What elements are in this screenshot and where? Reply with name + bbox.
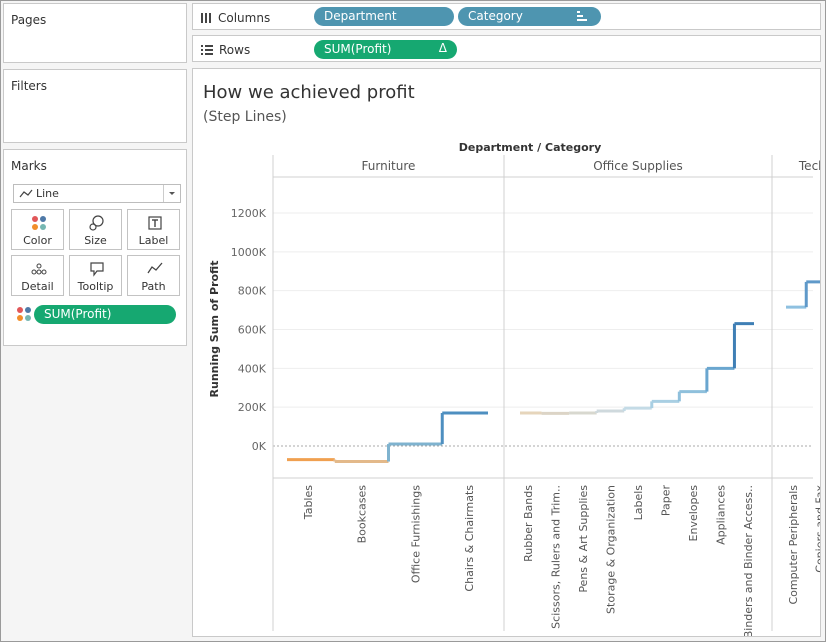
category-pill-label: Category <box>468 9 523 23</box>
columns-shelf[interactable]: Columns Department Category <box>192 3 821 30</box>
pages-panel[interactable]: Pages <box>3 3 187 63</box>
size-button[interactable]: Size <box>69 209 122 250</box>
rows-shelf[interactable]: Rows SUM(Profit) Δ <box>192 35 821 62</box>
detail-icon <box>31 263 47 275</box>
path-button[interactable]: Path <box>127 255 180 296</box>
department-header: Office Supplies <box>593 159 683 173</box>
profit-pill[interactable]: SUM(Profit) Δ <box>314 40 457 59</box>
y-tick-label: 200K <box>238 401 267 414</box>
path-icon <box>147 262 163 274</box>
category-label: Bookcases <box>356 485 369 544</box>
color-field-icon <box>17 307 31 321</box>
line-mark-icon <box>19 189 33 198</box>
rows-label-text: Rows <box>219 43 251 57</box>
table-calc-delta-icon: Δ <box>438 41 447 55</box>
label-button-label: Label <box>138 234 169 247</box>
department-pill[interactable]: Department <box>314 7 454 26</box>
category-label: Appliances <box>715 485 728 545</box>
mark-type-value: Line <box>36 187 59 200</box>
label-button[interactable]: Label <box>127 209 180 250</box>
rows-label: Rows <box>201 43 250 57</box>
path-button-label: Path <box>141 280 166 293</box>
category-label: Scissors, Rulers and Trim.. <box>549 485 562 629</box>
department-header: Furniture <box>362 159 416 173</box>
category-label: Binders and Binder Access.. <box>742 485 755 636</box>
category-label: Pens & Art Supplies <box>577 485 590 593</box>
columns-label: Columns <box>201 11 270 25</box>
category-label: Storage & Organization <box>604 485 617 614</box>
filters-title: Filters <box>11 79 47 93</box>
size-icon <box>89 215 104 231</box>
y-tick-label: 800K <box>238 285 267 298</box>
size-button-label: Size <box>84 234 107 247</box>
filters-panel[interactable]: Filters <box>3 69 187 143</box>
category-label: Labels <box>632 485 645 521</box>
category-label: Computer Peripherals <box>787 485 800 605</box>
y-axis-title: Running Sum of Profit <box>208 261 221 398</box>
y-tick-label: 600K <box>238 324 267 337</box>
color-icon <box>32 216 46 230</box>
detail-button-label: Detail <box>21 280 54 293</box>
y-tick-label: 0K <box>252 440 267 453</box>
detail-button[interactable]: Detail <box>11 255 64 296</box>
color-button-label: Color <box>23 234 52 247</box>
category-label: Rubber Bands <box>522 485 535 562</box>
department-header: Technology <box>798 159 820 173</box>
category-label: Paper <box>660 485 673 517</box>
chevron-down-icon[interactable] <box>163 185 180 202</box>
pages-title: Pages <box>11 13 47 27</box>
category-pill[interactable]: Category <box>458 7 601 26</box>
marks-panel: Marks Line Color Size Label Detail Toolt… <box>3 149 187 346</box>
tooltip-button[interactable]: Tooltip <box>69 255 122 296</box>
marks-title: Marks <box>11 159 47 173</box>
department-pill-label: Department <box>324 9 397 23</box>
y-tick-label: 400K <box>238 362 267 375</box>
label-icon <box>148 216 162 230</box>
category-label: Envelopes <box>687 485 700 542</box>
step-line-chart[interactable]: Department / Category Running Sum of Prof… <box>193 69 820 636</box>
viz-area: How we achieved profit (Step Lines) Depa… <box>192 68 821 637</box>
marks-field-pill[interactable]: SUM(Profit) <box>34 305 176 324</box>
profit-pill-label: SUM(Profit) <box>324 42 392 56</box>
tooltip-icon <box>90 262 104 277</box>
column-header: Department / Category <box>459 141 602 154</box>
y-tick-label: 1200K <box>231 207 267 220</box>
rows-icon <box>201 45 213 55</box>
y-tick-label: 1000K <box>231 246 267 259</box>
tooltip-button-label: Tooltip <box>77 280 114 293</box>
sort-descending-icon <box>577 11 587 21</box>
marks-field-label: SUM(Profit) <box>44 307 112 321</box>
category-label: Office Furnishings <box>409 485 422 583</box>
category-label: Chairs & Chairmats <box>463 485 476 592</box>
category-label: Tables <box>302 485 315 520</box>
mark-type-dropdown[interactable]: Line <box>13 184 181 203</box>
category-label: Copiers and Fax <box>813 485 820 573</box>
columns-icon <box>201 13 211 23</box>
color-button[interactable]: Color <box>11 209 64 250</box>
columns-label-text: Columns <box>218 11 271 25</box>
